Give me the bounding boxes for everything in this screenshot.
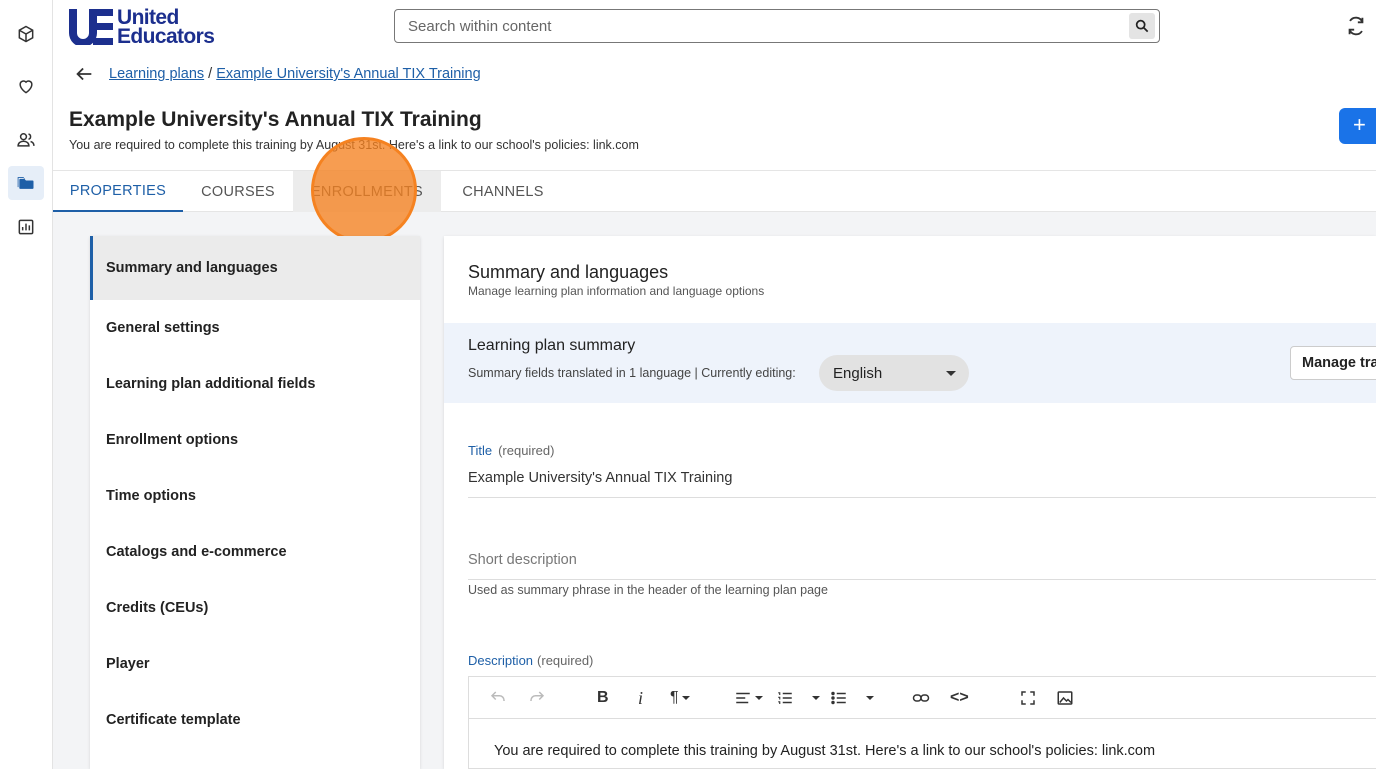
align-left-icon [736,692,750,704]
insert-link-button[interactable] [912,686,930,710]
breadcrumb: Learning plans / Example University's An… [109,66,481,82]
code-button[interactable]: <> [950,686,969,710]
page-header: United Educators Learning plans / Exampl… [53,0,1376,170]
caret-down-icon [946,371,956,376]
italic-button[interactable]: i [638,686,643,710]
menu-item-credits[interactable]: Credits (CEUs) [90,580,420,636]
redo-button[interactable] [528,686,546,710]
tab-enrollments[interactable]: ENROLLMENTS [293,171,441,212]
menu-item-time-options[interactable]: Time options [90,468,420,524]
panel-title: Summary and languages [468,262,669,282]
left-nav-rail [0,0,53,769]
summary-band: Learning plan summary Summary fields tra… [444,323,1376,403]
undo-icon [490,691,505,701]
logo-line-2: Educators [117,25,215,48]
breadcrumb-current-link[interactable]: Example University's Annual TIX Training [216,66,480,82]
menu-item-general-settings[interactable]: General settings [90,300,420,356]
bold-button[interactable]: B [597,686,609,710]
ordered-list-icon [778,692,792,704]
search-icon [1135,19,1149,33]
summary-panel: Summary and languages Manage learning pl… [444,236,1376,769]
caret-down-icon [681,696,690,700]
short-description-help: Used as summary phrase in the header of … [468,583,828,597]
fullscreen-icon [1021,691,1035,705]
language-select[interactable]: English [819,355,969,391]
align-button[interactable] [734,686,763,710]
code-icon: <> [950,689,969,706]
cube-icon [18,25,34,43]
breadcrumb-learning-plans-link[interactable]: Learning plans [109,66,204,82]
caret-down-icon [812,696,820,700]
sync-icon[interactable] [1345,15,1367,37]
search-button[interactable] [1129,13,1155,39]
rail-reports-button[interactable] [8,210,44,244]
image-icon [1057,691,1073,705]
page-subtitle: You are required to complete this traini… [69,138,639,152]
menu-item-enrollment-options[interactable]: Enrollment options [90,412,420,468]
language-select-value: English [833,364,883,382]
folders-icon [17,177,34,189]
bold-icon: B [597,689,609,706]
rail-favorites-button[interactable] [8,69,44,103]
bullet-list-icon [831,691,846,705]
bullet-list-button[interactable] [830,686,848,710]
ue-mark-icon [69,9,113,47]
breadcrumb-separator: / [208,66,213,82]
description-editor-content[interactable]: You are required to complete this traini… [469,719,1376,769]
page-title: Example University's Annual TIX Training [69,108,482,131]
fullscreen-button[interactable] [1019,686,1037,710]
search-bar [394,9,1160,43]
title-label: Title (required) [468,443,554,458]
short-description-input[interactable]: Short description [468,552,1376,580]
summary-meta: Summary fields translated in 1 language … [468,366,796,380]
description-editor: B i ¶ <> You are required to complete th… [468,676,1376,769]
rail-users-button[interactable] [8,123,44,157]
properties-side-menu: Summary and languages General settings L… [90,236,420,769]
description-required: (required) [537,653,594,668]
caret-down-icon [755,696,763,700]
ordered-list-options[interactable] [809,686,820,710]
logo-wordmark: United Educators [117,7,215,48]
paragraph-icon: ¶ [670,689,679,706]
ordered-list-button[interactable] [776,686,794,710]
menu-item-player[interactable]: Player [90,636,420,692]
insert-image-button[interactable] [1056,686,1074,710]
rail-content-button[interactable] [8,17,44,51]
undo-button[interactable] [489,686,507,710]
ue-logo-mark [69,9,113,47]
search-input[interactable] [408,17,1108,35]
description-label: Description (required) [468,653,593,668]
back-arrow-icon[interactable] [73,63,95,85]
chart-icon [18,219,34,235]
menu-item-summary-languages[interactable]: Summary and languages [90,236,420,300]
add-button[interactable]: + [1339,108,1376,144]
redo-icon [530,691,545,701]
rail-learning-plans-button[interactable] [8,166,44,200]
tab-channels[interactable]: CHANNELS [441,171,565,212]
link-icon [912,694,930,702]
title-input[interactable]: Example University's Annual TIX Training [468,470,1376,498]
tab-courses[interactable]: COURSES [183,171,293,212]
panel-subtitle: Manage learning plan information and lan… [468,284,765,298]
summary-title: Learning plan summary [468,337,636,354]
bullet-list-options[interactable] [863,686,874,710]
italic-icon: i [638,687,644,708]
tab-bar: PROPERTIES COURSES ENROLLMENTS CHANNELS [53,170,1376,212]
united-educators-logo[interactable]: United Educators [69,7,215,48]
menu-item-certificate-template[interactable]: Certificate template [90,692,420,748]
paragraph-format-button[interactable]: ¶ [670,686,690,710]
title-required: (required) [498,443,555,458]
menu-item-additional-fields[interactable]: Learning plan additional fields [90,356,420,412]
caret-down-icon [866,696,874,700]
description-label-text: Description [468,653,534,668]
editor-toolbar: B i ¶ <> [469,677,1376,719]
menu-item-catalogs-ecommerce[interactable]: Catalogs and e-commerce [90,524,420,580]
tab-properties[interactable]: PROPERTIES [53,171,183,212]
users-icon [17,133,35,147]
heart-icon [19,80,33,94]
title-label-text: Title [468,443,493,458]
manage-translations-button[interactable]: Manage translations [1290,346,1376,380]
